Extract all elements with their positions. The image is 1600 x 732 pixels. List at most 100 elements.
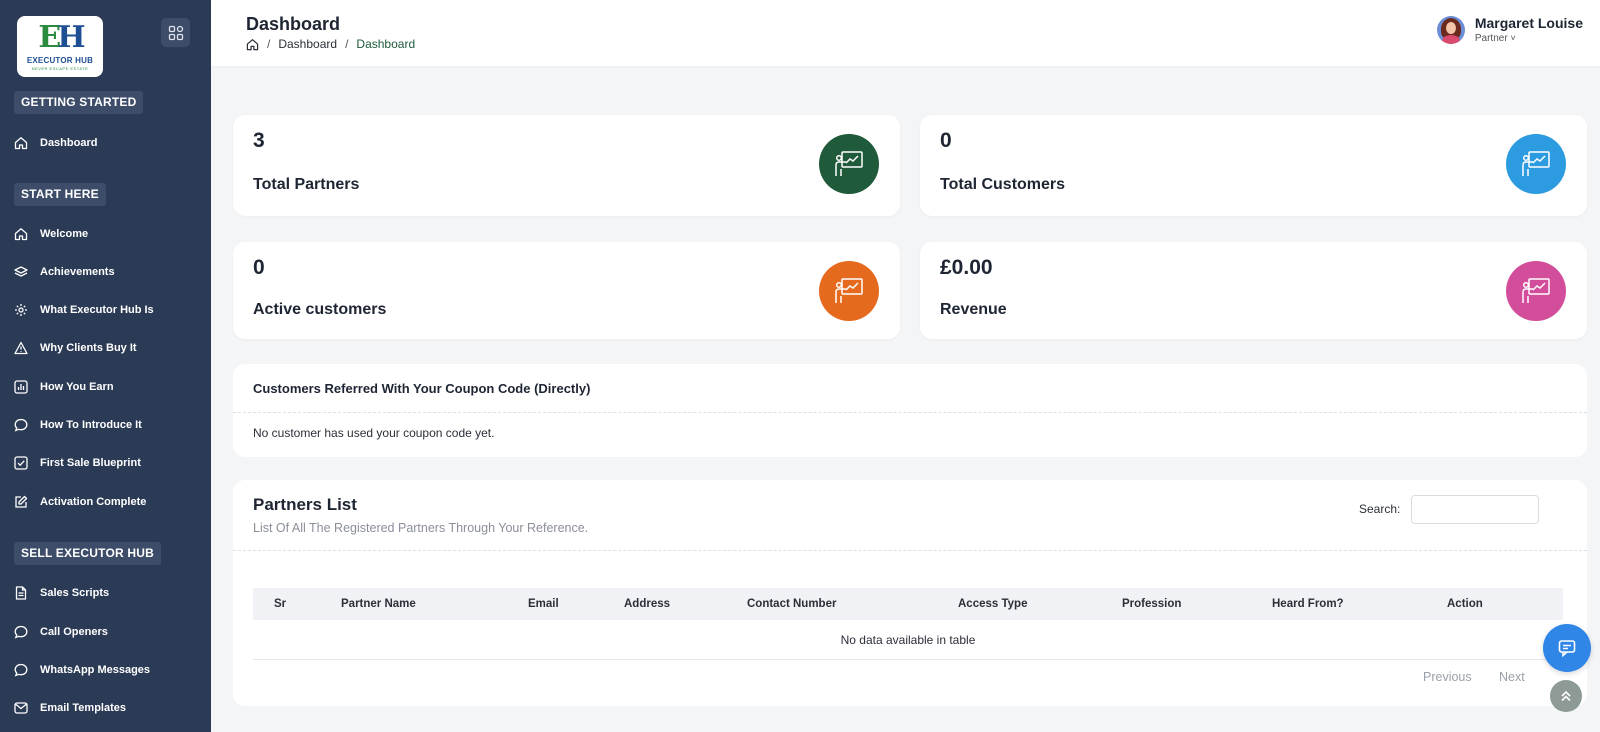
column-header-access-type[interactable]: Access Type [958,588,1027,620]
user-role: Partner ˅ [1474,33,1516,44]
sidebar-item-label: WhatsApp Messages [40,664,151,676]
stat-card-total-customers: 0 Total Customers [920,115,1587,216]
page-title: Dashboard [246,14,341,34]
section-getting-started: GETTING STARTED [14,91,144,114]
presentation-icon [1506,261,1566,321]
stat-label: Revenue [940,301,1007,318]
sidebar-item-label: Sales Scripts [40,587,110,599]
column-header-profession[interactable]: Profession [1122,588,1181,620]
sidebar-item-label: Achievements [40,266,115,278]
column-header-address[interactable]: Address [624,588,670,620]
sidebar-item-how-to-introduce-it[interactable]: How To Introduce It [0,410,211,440]
column-header-heard-from[interactable]: Heard From? [1272,588,1344,620]
user-menu[interactable]: Margaret Louise Partner ˅ [1436,15,1583,44]
stat-card-revenue: £0.00 Revenue [920,242,1587,339]
sidebar-item-activation-complete[interactable]: Activation Complete [0,487,211,517]
sidebar-item-whatsapp-messages[interactable]: WhatsApp Messages [0,655,211,685]
apps-grid-button[interactable] [161,18,190,47]
sidebar-item-label: What Executor Hub Is [40,304,154,316]
presentation-icon [819,261,879,321]
chat-bubble-icon [14,418,28,432]
stat-label: Total Customers [940,176,1066,193]
divider [233,412,1587,413]
column-header-contact-number[interactable]: Contact Number [747,588,836,620]
stat-label: Active customers [253,301,387,318]
sidebar-item-label: Activation Complete [40,496,147,508]
referred-customers-empty: No customer has used your coupon code ye… [253,426,495,440]
sidebar-item-call-openers[interactable]: Call Openers [0,617,211,647]
edit-icon [14,495,28,509]
warning-icon [14,341,28,355]
referred-customers-title: Customers Referred With Your Coupon Code… [253,381,591,396]
referred-customers-card: Customers Referred With Your Coupon Code… [233,364,1587,457]
grid-icon [168,25,183,40]
breadcrumb-link-dashboard[interactable]: Dashboard [278,37,337,51]
user-name: Margaret Louise [1474,15,1583,31]
sidebar-item-welcome[interactable]: Welcome [0,219,211,249]
bar-chart-icon [14,380,28,394]
sidebar-item-why-clients-buy-it[interactable]: Why Clients Buy It [0,333,211,363]
partners-list-subtitle: List Of All The Registered Partners Thro… [253,521,589,535]
sidebar-item-sales-scripts[interactable]: Sales Scripts [0,578,211,608]
chat-button[interactable] [1543,624,1591,672]
stat-value: 0 [940,129,952,152]
column-header-action[interactable]: Action [1447,588,1483,620]
home-icon [14,227,28,241]
sidebar-item-label: Welcome [40,228,89,240]
sidebar-item-label: Email Templates [40,702,126,714]
breadcrumb-separator: / [267,37,271,51]
presentation-icon [819,134,879,194]
stat-value: 3 [253,129,265,152]
stat-value: £0.00 [940,256,993,279]
document-icon [14,586,28,600]
search-input[interactable] [1411,495,1539,524]
avatar [1436,15,1465,44]
logo-tagline: NEVER ESCAPE ESTATE [31,65,89,71]
sidebar-item-first-sale-blueprint[interactable]: First Sale Blueprint [0,448,211,478]
partners-list-card: Partners List List Of All The Registered… [233,480,1587,706]
sidebar-item-dashboard[interactable]: Dashboard [0,128,211,158]
stat-card-total-partners: 3 Total Partners [233,115,900,216]
sidebar-item-label: How To Introduce It [40,419,142,431]
executor-hub-logo[interactable]: EH EXECUTOR HUB NEVER ESCAPE ESTATE [17,16,103,77]
sidebar-item-label: Call Openers [40,626,108,638]
breadcrumb-current: Dashboard [356,37,416,51]
sidebar: EH EXECUTOR HUB NEVER ESCAPE ESTATE GETT… [0,0,211,732]
layers-icon [14,265,28,279]
sidebar-item-what-executor-hub-is[interactable]: What Executor Hub Is [0,295,211,325]
sidebar-item-achievements[interactable]: Achievements [0,257,211,287]
home-icon[interactable] [246,38,259,51]
sidebar-item-label: How You Earn [40,381,114,393]
chat-bubble-icon [14,625,28,639]
chat-icon [1558,640,1576,658]
home-icon [14,136,28,150]
column-header-sr[interactable]: Sr [274,588,286,620]
mail-icon [14,701,28,715]
next-page-button[interactable]: Next [1499,670,1525,684]
divider [233,550,1587,551]
stat-card-active-customers: 0 Active customers [233,242,900,339]
chat-bubble-icon [14,663,28,677]
chevron-down-icon: ˅ [1510,33,1516,43]
stat-value: 0 [253,256,265,279]
breadcrumb: / Dashboard / Dashboard [246,37,415,51]
section-start-here: START HERE [14,183,106,206]
sidebar-item-label: First Sale Blueprint [40,457,141,469]
breadcrumb-separator: / [345,37,349,51]
double-chevron-up-icon [1561,690,1571,702]
logo-mark: EH [38,19,85,55]
sidebar-item-how-you-earn[interactable]: How You Earn [0,372,211,402]
scroll-to-top-button[interactable] [1550,680,1582,712]
top-header: Dashboard / Dashboard / Dashboard Margar… [211,0,1600,66]
section-sell-executor-hub: SELL EXECUTOR HUB [14,542,161,565]
column-header-email[interactable]: Email [528,588,559,620]
table-empty-row: No data available in table [253,620,1563,660]
partners-list-title: Partners List [253,495,357,514]
previous-page-button[interactable]: Previous [1423,670,1472,684]
sidebar-item-label: Dashboard [40,137,98,149]
table-header: Sr Partner Name Email Address Contact Nu… [253,588,1563,620]
sidebar-item-email-templates[interactable]: Email Templates [0,693,211,723]
logo-text: EXECUTOR HUB [26,55,94,65]
gear-icon [14,303,28,317]
column-header-partner-name[interactable]: Partner Name [341,588,416,620]
